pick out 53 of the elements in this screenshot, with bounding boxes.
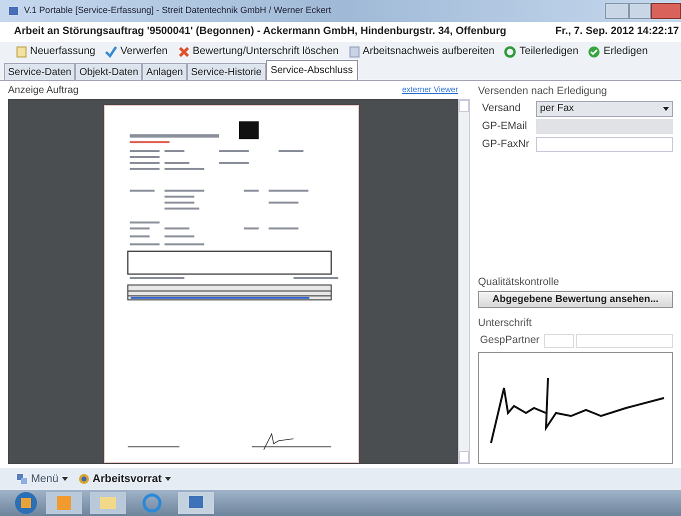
- group-title: Unterschrift: [478, 316, 533, 332]
- group-title: Qualitätskontrolle: [478, 274, 560, 290]
- header-title: Arbeit an Störungsauftrag '9500041' (Begonnen) - Ackermann GmbH, Hindenburgstr. 34, Offenburg: [14, 24, 506, 40]
- input-field[interactable]: [536, 137, 673, 152]
- minimize-button[interactable]: [605, 3, 629, 19]
- start-icon[interactable]: [14, 491, 38, 515]
- field-label: GP-FaxNr: [481, 136, 530, 152]
- scroll-down-button[interactable]: [459, 451, 469, 463]
- stack-icon: [78, 473, 90, 485]
- document-icon: [16, 46, 27, 58]
- folder-icon[interactable]: [90, 492, 126, 514]
- panel-title: Anzeige Auftrag: [8, 84, 79, 98]
- input-field[interactable]: [536, 119, 673, 134]
- toolbar-button[interactable]: Erledigen: [588, 44, 648, 60]
- toolbar-button[interactable]: Verwerfen: [105, 44, 168, 60]
- toolbar-button[interactable]: Arbeitsnachweis aufbereiten: [348, 44, 494, 60]
- toolbar-button[interactable]: Teilerledigen: [504, 44, 578, 60]
- check-circle-icon: [588, 46, 600, 58]
- view-rating-button[interactable]: Abgegebene Bewertung ansehen...: [478, 291, 673, 308]
- dropdown-arrow-icon: [663, 106, 669, 111]
- tab[interactable]: Service-Abschluss: [266, 60, 358, 80]
- input-field[interactable]: [544, 334, 574, 348]
- delete-icon: [178, 46, 190, 58]
- bottom-menu-button[interactable]: Arbeitsvorrat: [78, 470, 171, 488]
- menu-icon: [16, 473, 28, 485]
- tab[interactable]: Anlagen: [142, 63, 187, 80]
- send-select[interactable]: per Fax: [536, 100, 673, 117]
- toolbar-button[interactable]: Neuerfassung: [16, 44, 96, 60]
- dropdown-arrow-icon: [62, 477, 68, 481]
- group-title: Versenden nach Erledigung: [478, 84, 608, 99]
- field-label: Versand: [481, 100, 522, 116]
- dropdown-arrow-icon: [164, 477, 171, 481]
- signature-pad[interactable]: [478, 352, 673, 464]
- input-field[interactable]: [576, 334, 673, 348]
- scrollbar[interactable]: [458, 99, 470, 464]
- bottom-menu-button[interactable]: Menü: [16, 470, 68, 488]
- tab[interactable]: Service-Daten: [4, 63, 76, 80]
- window-title: V.1 Portable [Service-Erfassung] - Streit Datentechnik GmbH / Werner Eckert: [24, 4, 332, 18]
- scroll-up-button[interactable]: [459, 100, 469, 112]
- close-button[interactable]: [651, 3, 681, 19]
- list-icon: [348, 46, 360, 58]
- field-label: GespPartner: [479, 333, 541, 348]
- app-taskbar-icon[interactable]: [178, 492, 214, 514]
- tab[interactable]: Objekt-Daten: [75, 63, 142, 80]
- header-datetime: Fr., 7. Sep. 2012 14:22:17: [555, 24, 679, 40]
- app-icon: [8, 5, 20, 17]
- circle-icon: [504, 46, 516, 58]
- check-icon: [105, 46, 118, 58]
- toolbar-button[interactable]: Bewertung/Unterschrift löschen: [178, 44, 339, 60]
- field-label: GP-EMail: [481, 118, 528, 134]
- external-viewer-link[interactable]: externer Viewer: [402, 84, 458, 96]
- maximize-button[interactable]: [629, 3, 651, 19]
- tab[interactable]: Service-Historie: [186, 63, 266, 80]
